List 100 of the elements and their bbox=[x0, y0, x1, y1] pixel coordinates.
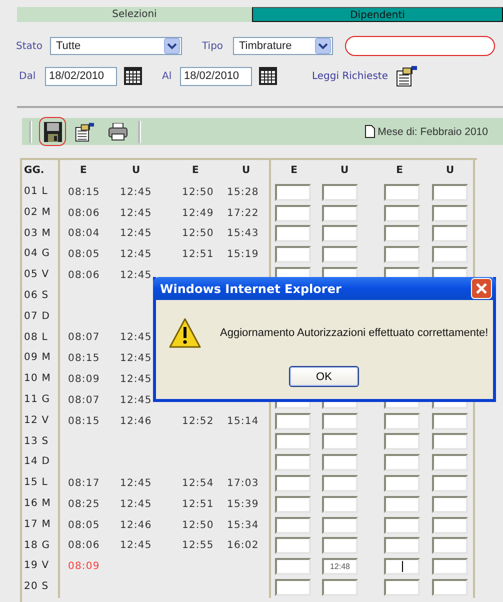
time-input[interactable] bbox=[432, 475, 468, 492]
time-cell: 12:45 bbox=[120, 478, 152, 490]
time-cell: 08:06 bbox=[68, 540, 100, 552]
time-input[interactable] bbox=[384, 225, 420, 242]
time-input[interactable] bbox=[275, 454, 311, 472]
time-input[interactable] bbox=[432, 516, 468, 534]
time-input[interactable] bbox=[384, 558, 420, 576]
day-cell: 17 M bbox=[22, 514, 60, 536]
time-input[interactable] bbox=[275, 496, 311, 513]
time-input[interactable] bbox=[322, 225, 358, 242]
calendar-icon[interactable] bbox=[124, 67, 142, 85]
time-input[interactable] bbox=[275, 579, 311, 596]
time-input[interactable] bbox=[432, 225, 468, 242]
save-button[interactable] bbox=[39, 117, 66, 146]
date-field[interactable]: 18/02/2010 bbox=[180, 66, 252, 86]
time-cell: 16:02 bbox=[227, 540, 259, 552]
time-input[interactable] bbox=[384, 412, 420, 430]
time-input[interactable] bbox=[275, 516, 311, 534]
time-input[interactable] bbox=[384, 204, 420, 222]
day-cell: 16 M bbox=[22, 494, 60, 515]
time-input[interactable] bbox=[322, 184, 358, 201]
time-input[interactable] bbox=[384, 433, 420, 450]
time-cell: 15:19 bbox=[227, 249, 259, 260]
time-cell: 12:45 bbox=[120, 374, 152, 386]
time-input[interactable] bbox=[322, 516, 358, 534]
time-input[interactable] bbox=[384, 537, 420, 554]
time-cell: 08:15 bbox=[68, 353, 100, 364]
time-input[interactable] bbox=[322, 204, 358, 222]
month-label: Mese di: Febbraio 2010 bbox=[378, 126, 488, 138]
column-header: U bbox=[241, 164, 252, 178]
time-cell: 12:49 bbox=[182, 208, 214, 219]
text-field[interactable] bbox=[345, 36, 495, 56]
time-input[interactable] bbox=[322, 496, 358, 513]
close-icon[interactable] bbox=[471, 278, 492, 299]
time-input[interactable] bbox=[384, 496, 420, 513]
time-input[interactable] bbox=[322, 454, 358, 472]
type-dropdown[interactable]: Timbrature bbox=[233, 37, 333, 55]
time-cell: 12:45 bbox=[120, 228, 152, 240]
time-input[interactable] bbox=[322, 433, 358, 450]
day-cell: 05 V bbox=[22, 265, 60, 286]
time-input[interactable] bbox=[322, 537, 358, 554]
time-input[interactable] bbox=[384, 454, 420, 472]
time-input[interactable] bbox=[275, 433, 311, 450]
time-cell: 12:50 bbox=[182, 520, 214, 531]
day-cell: 13 S bbox=[22, 432, 60, 452]
clipboard-icon[interactable] bbox=[74, 122, 94, 142]
time-input[interactable]: 12:48 bbox=[322, 558, 358, 576]
time-input[interactable] bbox=[384, 516, 420, 534]
column-header: E bbox=[191, 164, 200, 178]
time-input[interactable] bbox=[322, 579, 358, 596]
time-cell: 12:45 bbox=[120, 540, 152, 552]
tab[interactable]: Selezioni bbox=[17, 7, 252, 22]
day-cell: 12 V bbox=[22, 410, 60, 432]
time-cell: 08:07 bbox=[68, 394, 100, 406]
column-header: GG. bbox=[22, 160, 60, 182]
column-header: E bbox=[395, 164, 404, 178]
time-input[interactable] bbox=[384, 246, 420, 264]
time-input[interactable] bbox=[432, 579, 468, 596]
time-input[interactable] bbox=[275, 184, 311, 201]
time-cell: 08:15 bbox=[68, 186, 100, 198]
tab[interactable]: Dipendenti bbox=[252, 7, 503, 22]
read-requests-link[interactable]: Leggi Richieste bbox=[312, 70, 388, 82]
time-cell: 08:25 bbox=[68, 498, 100, 510]
day-cell: 18 G bbox=[22, 536, 60, 556]
time-input[interactable] bbox=[275, 558, 311, 576]
time-input[interactable] bbox=[322, 412, 358, 430]
ok-button[interactable]: OK bbox=[289, 366, 359, 387]
time-input[interactable] bbox=[384, 475, 420, 492]
time-input[interactable] bbox=[432, 496, 468, 513]
column-header: E bbox=[79, 164, 88, 178]
date-field[interactable]: 18/02/2010 bbox=[45, 66, 117, 86]
time-cell: 08:17 bbox=[68, 478, 100, 490]
time-input[interactable] bbox=[432, 246, 468, 264]
printer-icon[interactable] bbox=[108, 122, 128, 140]
status-dropdown[interactable]: Tutte bbox=[50, 37, 182, 55]
time-input[interactable] bbox=[384, 184, 420, 201]
time-input[interactable] bbox=[275, 225, 311, 242]
time-cell: 08:09 bbox=[68, 561, 100, 572]
time-input[interactable] bbox=[432, 537, 468, 554]
time-input[interactable] bbox=[432, 204, 468, 222]
time-input[interactable] bbox=[432, 412, 468, 430]
time-input[interactable] bbox=[432, 184, 468, 201]
time-input[interactable] bbox=[322, 246, 358, 264]
time-input[interactable] bbox=[432, 454, 468, 472]
field-label: Dal bbox=[19, 70, 37, 82]
field-label: Tipo bbox=[202, 40, 224, 52]
clipboard-icon[interactable] bbox=[394, 65, 417, 87]
time-input[interactable] bbox=[275, 246, 311, 264]
time-input[interactable] bbox=[322, 475, 358, 492]
time-input[interactable] bbox=[275, 537, 311, 554]
day-cell: 14 D bbox=[22, 452, 60, 474]
time-input[interactable] bbox=[432, 433, 468, 450]
chevron-icon bbox=[164, 38, 180, 54]
time-input[interactable] bbox=[275, 412, 311, 430]
time-input[interactable] bbox=[275, 475, 311, 492]
time-cell: 08:05 bbox=[68, 249, 100, 260]
calendar-icon[interactable] bbox=[259, 67, 277, 85]
time-input[interactable] bbox=[432, 558, 468, 576]
time-input[interactable] bbox=[275, 204, 311, 222]
time-input[interactable] bbox=[384, 579, 420, 596]
